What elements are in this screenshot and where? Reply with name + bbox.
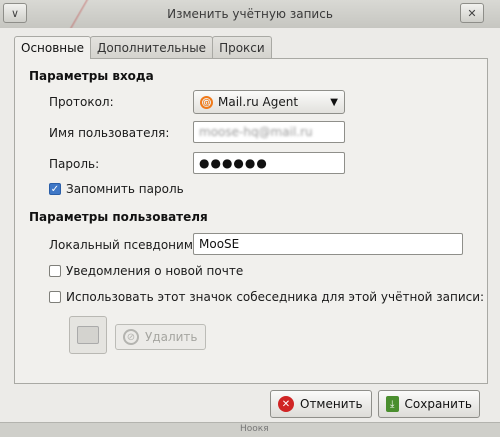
window-title: Изменить учётную запись bbox=[167, 7, 333, 21]
tab-advanced[interactable]: Дополнительные bbox=[90, 36, 214, 58]
protocol-select[interactable]: @ Mail.ru Agent ▼ bbox=[193, 90, 345, 114]
mail-ru-icon: @ bbox=[200, 95, 213, 109]
login-section-title: Параметры входа bbox=[29, 69, 154, 83]
title-bar: ∨ Изменить учётную запись ✕ bbox=[0, 0, 500, 29]
password-value: ●●●●●● bbox=[199, 156, 268, 170]
password-label: Пароль: bbox=[49, 157, 100, 171]
buddy-icon-checkbox[interactable]: Использовать этот значок собеседника для… bbox=[49, 290, 484, 304]
tab-bar: Основные Дополнительные Прокси bbox=[14, 36, 272, 59]
buddy-icon-preview[interactable] bbox=[69, 316, 107, 354]
checkbox-checked-icon: ✓ bbox=[49, 183, 61, 195]
save-icon: ⤓ bbox=[386, 396, 399, 412]
username-value: moose-hq@mail.ru bbox=[199, 125, 313, 139]
background-status-strip: Ноокя bbox=[0, 422, 500, 437]
remember-password-label: Запомнить пароль bbox=[66, 182, 184, 196]
password-input[interactable]: ●●●●●● bbox=[193, 152, 345, 174]
buddy-icon-label: Использовать этот значок собеседника для… bbox=[66, 290, 485, 304]
dropdown-arrow-icon: ▼ bbox=[330, 96, 338, 108]
protocol-label: Протокол: bbox=[49, 95, 114, 109]
close-icon: ✕ bbox=[467, 6, 477, 20]
new-mail-notify-checkbox[interactable]: Уведомления о новой почте bbox=[49, 264, 243, 278]
tab-proxy[interactable]: Прокси bbox=[212, 36, 272, 58]
alias-label: Локальный псевдоним: bbox=[49, 238, 197, 252]
username-label: Имя пользователя: bbox=[49, 126, 170, 140]
user-section-title: Параметры пользователя bbox=[29, 210, 208, 224]
checkbox-unchecked-icon bbox=[49, 265, 61, 277]
protocol-value: Mail.ru Agent bbox=[218, 95, 299, 109]
tab-panel-general: Параметры входа Протокол: @ Mail.ru Agen… bbox=[14, 58, 488, 384]
username-input[interactable]: moose-hq@mail.ru bbox=[193, 121, 345, 143]
delete-icon: ⊘ bbox=[123, 329, 139, 345]
close-button[interactable]: ✕ bbox=[460, 3, 484, 23]
delete-label: Удалить bbox=[145, 330, 198, 344]
dialog: Основные Дополнительные Прокси Параметры… bbox=[0, 28, 500, 436]
remember-password-checkbox[interactable]: ✓ Запомнить пароль bbox=[49, 182, 184, 196]
cancel-icon: ✕ bbox=[278, 396, 294, 412]
image-placeholder-icon bbox=[77, 326, 99, 344]
alias-input[interactable]: MooSE bbox=[193, 233, 463, 255]
save-button[interactable]: ⤓ Сохранить bbox=[378, 390, 480, 418]
save-label: Сохранить bbox=[404, 397, 473, 411]
status-text: Ноокя bbox=[240, 424, 269, 434]
alias-value: MooSE bbox=[199, 237, 240, 251]
cancel-label: Отменить bbox=[300, 397, 363, 411]
new-mail-notify-label: Уведомления о новой почте bbox=[66, 264, 244, 278]
cancel-button[interactable]: ✕ Отменить bbox=[270, 390, 372, 418]
tab-general[interactable]: Основные bbox=[14, 36, 92, 59]
checkbox-unchecked-icon bbox=[49, 291, 61, 303]
delete-icon-button[interactable]: ⊘ Удалить bbox=[115, 324, 206, 350]
